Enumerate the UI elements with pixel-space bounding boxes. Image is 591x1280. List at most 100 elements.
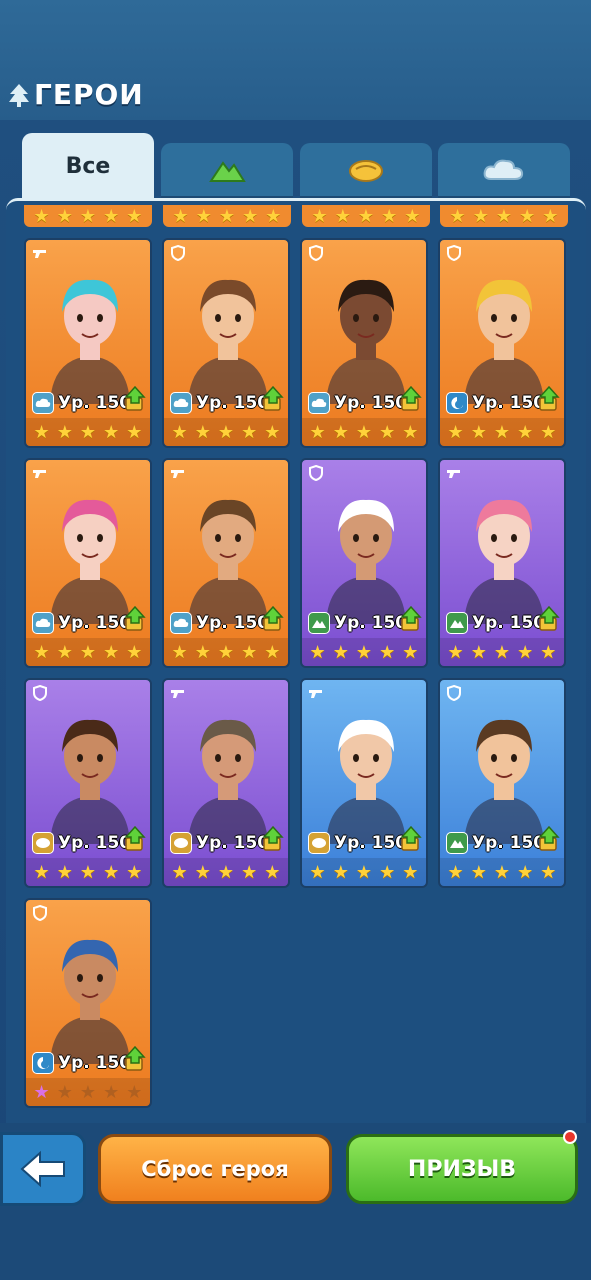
hero-card-shark-costume-hero[interactable]: Ур. 150 ★ ★ ★ ★ ★ <box>438 238 566 448</box>
hero-card-old-bearded-hero[interactable]: Ур. 150 ★ ★ ★ ★ ★ <box>162 678 290 888</box>
upgrade-arrow-icon <box>262 825 284 852</box>
tab-all-label: Все <box>65 153 111 179</box>
upgrade-arrow-icon <box>262 385 284 412</box>
star-icon-filled: ★ <box>332 421 349 443</box>
hero-card-headphone-hero[interactable]: Ур. 150 ★ ★ ★ ★ ★ <box>162 238 290 448</box>
star-icon-filled: ★ <box>540 861 557 883</box>
fist-icon <box>170 832 192 854</box>
tab-cloud[interactable] <box>438 143 570 199</box>
hero-level: Ур. 150 <box>334 613 408 633</box>
hero-stars: ★ ★ ★ ★ ★ <box>26 1078 150 1106</box>
star-icon-filled: ★ <box>171 641 188 663</box>
upgrade-arrow-icon <box>124 385 146 412</box>
hero-card-cap-hero[interactable]: Ур. 150 ★ ★ ★ ★ ★ <box>162 458 290 668</box>
fist-icon <box>32 832 54 854</box>
star-icon-filled: ★ <box>33 421 50 443</box>
star-icon-filled: ★ <box>309 641 326 663</box>
hero-portrait <box>50 279 130 404</box>
star-icon-filled: ★ <box>332 641 349 663</box>
hero-level-row: Ур. 150 <box>308 612 407 634</box>
cloud-icon <box>308 392 330 414</box>
hero-card-chef-hero[interactable]: Ур. 150 ★ ★ ★ ★ ★ <box>300 458 428 668</box>
wave-icon <box>32 1052 54 1074</box>
hero-card-angry-boy-hero[interactable]: Ур. 150 ★ ★ ★ ★ ★ <box>438 678 566 888</box>
hero-stars: ★ ★ ★ ★ ★ <box>164 638 288 666</box>
hero-card-hooded-hero[interactable]: Ур. 150 ★ ★ ★ ★ ★ <box>300 678 428 888</box>
gun-icon <box>170 465 186 481</box>
hero-level: Ур. 150 <box>58 833 132 853</box>
hero-card-goggles-hero[interactable]: Ур. 150 ★ ★ ★ ★ ★ <box>300 238 428 448</box>
hero-stars: ★ ★ ★ ★ ★ <box>26 858 150 886</box>
star-icon-filled: ★ <box>171 861 188 883</box>
hero-card-pink-twintails-hero[interactable]: Ур. 150 ★ ★ ★ ★ ★ <box>24 458 152 668</box>
star-icon-filled: ★ <box>56 421 73 443</box>
star-icon-filled: ★ <box>447 421 464 443</box>
hero-portrait <box>188 499 268 624</box>
tab-all[interactable]: Все <box>22 133 154 199</box>
hero-portrait <box>50 939 130 1064</box>
star-icon-filled: ★ <box>402 641 419 663</box>
hero-card-pink-hair-girl-hero[interactable]: Ур. 150 ★ ★ ★ ★ ★ <box>438 458 566 668</box>
upgrade-arrow-icon <box>400 385 422 412</box>
star-icon-filled: ★ <box>33 641 50 663</box>
star-icon-filled: ★ <box>103 861 120 883</box>
mountain-icon <box>446 612 468 634</box>
star-icon-filled: ★ <box>171 421 188 443</box>
star-icon-filled: ★ <box>355 421 373 443</box>
star-icon-filled: ★ <box>79 641 97 663</box>
upgrade-arrow-icon <box>124 605 146 632</box>
gun-icon <box>170 685 186 701</box>
header: ГЕРОИ <box>8 78 144 111</box>
hero-stars: ★ ★ ★ ★ ★ <box>302 418 426 446</box>
upgrade-arrow-icon <box>124 825 146 852</box>
star-icon-filled: ★ <box>79 421 97 443</box>
star-icon-filled: ★ <box>194 861 211 883</box>
hero-portrait <box>464 719 544 844</box>
hero-level-row: Ур. 150 <box>170 832 269 854</box>
star-icon-filled: ★ <box>217 861 235 883</box>
reset-hero-label: Сброс героя <box>141 1157 289 1181</box>
hero-card-braided-girl-hero[interactable]: Ур. 150 ★ ★ ★ ★ ★ <box>24 678 152 888</box>
shield-icon <box>446 684 462 702</box>
hero-portrait <box>326 499 406 624</box>
shield-icon <box>308 244 324 262</box>
upgrade-arrow-icon <box>538 605 560 632</box>
tab-mountain[interactable] <box>161 143 293 199</box>
star-icon-filled: ★ <box>103 421 120 443</box>
summon-button[interactable]: ПРИЗЫВ <box>346 1134 578 1204</box>
back-button[interactable] <box>0 1132 86 1206</box>
star-icon-filled: ★ <box>470 641 487 663</box>
upgrade-arrow-icon <box>400 825 422 852</box>
star-icon-filled: ★ <box>309 421 326 443</box>
reset-hero-button[interactable]: Сброс героя <box>98 1134 332 1204</box>
hero-card-jinx-hero[interactable]: Ур. 150 ★ ★ ★ ★ ★ <box>24 238 152 448</box>
hero-card-captain-hero[interactable]: Ур. 150 ★ ★ ★ ★ ★ <box>24 898 152 1108</box>
hero-portrait <box>188 279 268 404</box>
star-icon-filled: ★ <box>402 421 419 443</box>
hero-portrait <box>188 719 268 844</box>
gun-icon <box>32 245 48 261</box>
hero-stars: ★ ★ ★ ★ ★ <box>302 638 426 666</box>
tab-fist[interactable] <box>300 143 432 199</box>
star-icon-empty: ★ <box>103 1081 120 1103</box>
hero-stars: ★ ★ ★ ★ ★ <box>164 858 288 886</box>
hero-level: Ур. 150 <box>196 613 270 633</box>
star-strip: ★ ★ ★ ★ ★ <box>440 205 568 227</box>
hero-level-row: Ур. 150 <box>32 392 131 414</box>
star-icon-filled: ★ <box>309 861 326 883</box>
star-icon-filled: ★ <box>126 641 143 663</box>
hero-level-row: Ур. 150 <box>32 832 131 854</box>
hero-level: Ур. 150 <box>58 393 132 413</box>
hero-level-row: Ур. 150 <box>32 1052 131 1074</box>
cloud-icon <box>32 392 54 414</box>
summon-label: ПРИЗЫВ <box>407 1156 517 1182</box>
back-arrow-icon <box>20 1150 65 1188</box>
star-icon-filled: ★ <box>517 641 534 663</box>
star-icon-filled: ★ <box>241 421 258 443</box>
hero-level-row: Ур. 150 <box>308 392 407 414</box>
hero-level: Ур. 150 <box>196 833 270 853</box>
gun-icon <box>308 685 324 701</box>
hero-portrait <box>326 279 406 404</box>
star-icon-filled: ★ <box>126 421 143 443</box>
hero-portrait <box>326 719 406 844</box>
